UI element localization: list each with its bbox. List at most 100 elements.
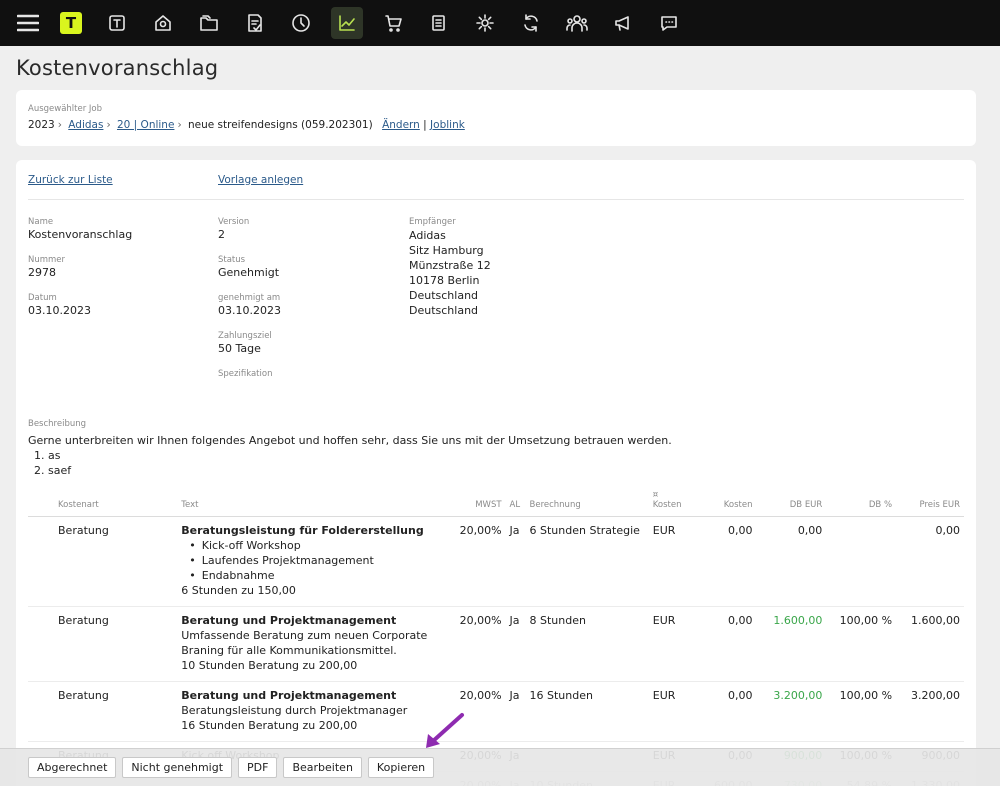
change-job-link[interactable]: Ändern (382, 119, 420, 131)
selected-job-card: Ausgewählter Job 2023 › Adidas › 20 | Onli… (16, 90, 976, 146)
megaphone-icon[interactable] (600, 0, 646, 46)
header-mwst[interactable]: MWST (455, 490, 506, 517)
description-item: 1. as (34, 449, 61, 462)
chart-icon[interactable] (324, 0, 370, 46)
calendar-icon[interactable] (94, 0, 140, 46)
breadcrumb-channel-link[interactable]: 20 | Online (117, 119, 174, 131)
status-label: Status (218, 255, 246, 265)
cell-kosten: 0,00 (700, 516, 757, 607)
position-bullet: Endabnahme (189, 568, 451, 583)
position-bullet: Laufendes Projektmanagement (189, 553, 451, 568)
estimate-detail-card: Zurück zur Liste Vorlage anlegen Name Ko… (16, 160, 976, 786)
table-row[interactable]: Beratung Beratungsleistung für Foldererst… (28, 516, 964, 607)
spec-label: Spezifikation (218, 369, 273, 379)
cell-preis: 3.200,00 (896, 681, 964, 742)
bottom-action-bar: Abgerechnet Nicht genehmigt PDF Bearbeit… (0, 748, 1000, 786)
logo-letter: T (60, 12, 82, 34)
cell-kosten: 0,00 (700, 606, 757, 682)
position-line: 16 Stunden Beratung zu 200,00 (181, 719, 358, 732)
cell-currency: EUR (648, 681, 701, 742)
table-row[interactable]: Beratung Beratung und Projektmanagement Um… (28, 606, 964, 682)
approved-label: genehmigt am (218, 293, 281, 303)
copy-button[interactable]: Kopieren (367, 757, 435, 778)
header-berechnung[interactable]: Berechnung (525, 490, 649, 517)
positions-table: Kostenart Text MWST AL Berechnung ¤ Koste… (28, 490, 964, 786)
header-text[interactable]: Text (177, 490, 456, 517)
breadcrumb-client-link[interactable]: Adidas (68, 119, 103, 131)
cell-kosten: 0,00 (700, 681, 757, 742)
estimate-meta: Name Kostenvoranschlag Nummer 2978 Datum… (28, 200, 964, 410)
cell-kostenart: Beratung (28, 681, 178, 742)
header-currency-label: Kosten (652, 500, 682, 510)
team-icon[interactable] (554, 0, 600, 46)
breadcrumb-year: 2023 (28, 119, 55, 131)
header-kosten[interactable]: Kosten (700, 490, 757, 517)
chat-icon[interactable] (646, 0, 692, 46)
position-bullet: Kick-off Workshop (189, 538, 451, 553)
cell-text: Beratungsleistung für FoldererstellungKi… (177, 516, 456, 607)
billed-button[interactable]: Abgerechnet (28, 757, 117, 778)
logo-t-icon[interactable]: T (48, 0, 94, 46)
position-line: Braning für alle Kommunikationsmittel. (181, 644, 397, 657)
header-kostenart[interactable]: Kostenart (28, 490, 178, 517)
position-title: Beratung und Projektmanagement (181, 689, 397, 702)
cell-db-pct (826, 516, 897, 607)
annotation-arrow-icon (426, 713, 464, 748)
job-link[interactable]: Joblink (430, 119, 465, 131)
cell-currency: EUR (648, 606, 701, 682)
cell-berechnung: 8 Stunden (525, 606, 649, 682)
cell-preis: 1.600,00 (896, 606, 964, 682)
not-approved-button[interactable]: Nicht genehmigt (122, 757, 233, 778)
header-currency[interactable]: ¤ Kosten (648, 490, 701, 517)
version-label: Version (218, 217, 250, 227)
location-icon[interactable] (140, 0, 186, 46)
meta-column-basic: Name Kostenvoranschlag Nummer 2978 Datum… (28, 216, 132, 330)
position-line: 6 Stunden zu 150,00 (181, 584, 296, 597)
header-preis[interactable]: Preis EUR (896, 490, 964, 517)
header-al[interactable]: AL (505, 490, 526, 517)
header-db-eur[interactable]: DB EUR (756, 490, 827, 517)
checklist-icon[interactable] (232, 0, 278, 46)
document-icon[interactable] (416, 0, 462, 46)
cart-icon[interactable] (370, 0, 416, 46)
approved-value: 03.10.2023 (218, 304, 281, 317)
action-link-row: Zurück zur Liste Vorlage anlegen (28, 160, 964, 200)
folders-icon[interactable] (186, 0, 232, 46)
recipient-label: Empfänger (409, 217, 456, 227)
clock-icon[interactable] (278, 0, 324, 46)
menu-icon[interactable] (8, 0, 48, 46)
cell-preis: 0,00 (896, 516, 964, 607)
number-value: 2978 (28, 266, 56, 279)
edit-button[interactable]: Bearbeiten (283, 757, 362, 778)
table-row[interactable]: Beratung Beratung und Projektmanagement Be… (28, 681, 964, 742)
status-value: Genehmigt (218, 266, 280, 279)
cell-text: Beratung und Projektmanagement Beratungsl… (177, 681, 456, 742)
cell-al: Ja (505, 606, 526, 682)
cell-berechnung: 6 Stunden Strategie (525, 516, 649, 607)
recipient-line: Adidas (409, 229, 446, 242)
cell-db-eur: 0,00 (756, 516, 827, 607)
cell-db-pct: 100,00 % (826, 606, 897, 682)
position-bullets: Kick-off WorkshopLaufendes Projektmanage… (181, 538, 451, 583)
meta-column-status: Version 2 Status Genehmigt genehmigt am … (218, 216, 281, 380)
description-section: Beschreibung Gerne unterbreiten wir Ihne… (28, 418, 964, 478)
date-label: Datum (28, 293, 57, 303)
header-db-pct[interactable]: DB % (826, 490, 897, 517)
description-label: Beschreibung (28, 419, 87, 429)
meta-column-recipient: Empfänger Adidas Sitz Hamburg Münzstraße… (409, 216, 491, 318)
top-navigation-bar: T (0, 0, 1000, 46)
position-title: Beratung und Projektmanagement (181, 614, 397, 627)
recipient-line: Deutschland (409, 289, 479, 302)
cell-kostenart: Beratung (28, 516, 178, 607)
position-line: Umfassende Beratung zum neuen Corporate (181, 629, 428, 642)
cell-mwst: 20,00% (455, 606, 506, 682)
back-to-list-link[interactable]: Zurück zur Liste (28, 174, 218, 186)
refresh-icon[interactable] (508, 0, 554, 46)
create-template-link[interactable]: Vorlage anlegen (218, 174, 303, 186)
pdf-button[interactable]: PDF (238, 757, 278, 778)
cell-currency: EUR (648, 516, 701, 607)
gear-icon[interactable] (462, 0, 508, 46)
link-divider: | (423, 119, 427, 131)
position-line: Beratungsleistung durch Projektmanager (181, 704, 408, 717)
position-title: Beratungsleistung für Foldererstellung (181, 524, 424, 537)
